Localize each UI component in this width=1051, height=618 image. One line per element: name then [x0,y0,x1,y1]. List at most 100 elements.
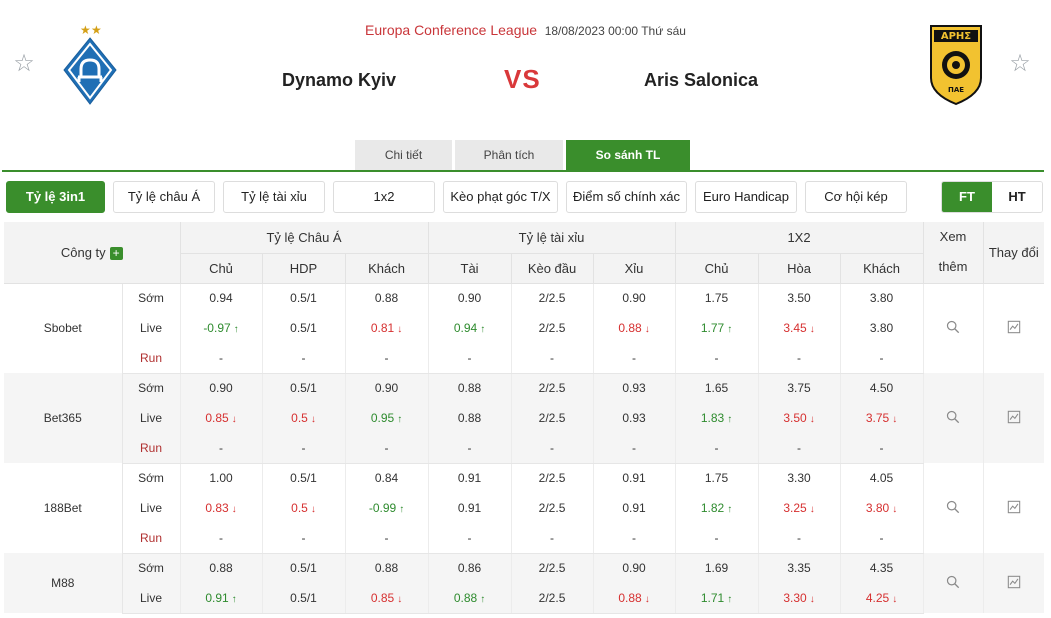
odds-cell: 0.88 ↓ [593,313,676,343]
odds-value: 2/2.5 [538,411,566,425]
odds-cell: 1.82 ↑ [675,493,759,523]
odds-cell: 0.90 [428,283,512,313]
row-type-label[interactable]: Run [122,433,181,464]
odds-value: - [384,350,389,365]
favorite-away-star-icon[interactable]: ☆ [1008,52,1032,76]
filter-correct-score-button[interactable]: Điểm số chính xác [566,181,687,213]
row-type-label: Sớm [122,463,181,493]
odds-value: 0.85 [370,590,395,605]
odds-cell: - [840,523,924,554]
odds-cell: 1.00 [180,463,263,493]
svg-text:★: ★ [80,23,91,37]
odds-value: 0.94 [209,291,233,306]
odds-value: - [219,530,223,545]
tab-chi-tiet[interactable]: Chi tiết [355,140,452,171]
line-chart-icon[interactable] [1006,575,1022,591]
arrow-up-icon: ↑ [727,593,733,605]
arrow-up-icon: ↑ [397,414,403,425]
odds-cell: 0.88 [428,403,512,433]
line-chart-icon[interactable] [1006,410,1022,426]
odds-cell: 0.83 ↓ [180,493,263,523]
period-toggle: FT HT [941,181,1043,213]
odds-cell: - [262,343,346,374]
odds-value: 0.91 [622,501,646,515]
line-chart-icon[interactable] [1006,320,1022,336]
odds-value: 2/2.5 [538,381,566,396]
away-team-name[interactable]: Aris Salonica [644,70,758,91]
odds-cell: 2/2.5 [511,403,594,433]
company-header-label: Công ty [60,244,106,260]
row-type-label[interactable]: Run [122,523,181,554]
league-name[interactable]: Europa Conference League [365,22,537,38]
company-name[interactable]: M88 [4,553,123,613]
odds-cell: 3.75 [758,373,841,403]
odds-value: - [550,530,555,545]
company-name[interactable]: Bet365 [4,373,123,463]
odds-cell: 4.35 [840,553,924,583]
row-type-label[interactable]: Run [122,343,181,374]
odds-value: 0.93 [622,411,646,425]
odds-value: - [632,530,637,545]
filter-double-chance-button[interactable]: Cơ hội kép [805,181,907,213]
odds-value: 0.91 [205,590,229,605]
subheader-cell: Xỉu [593,253,676,284]
company-name[interactable]: Sbobet [4,283,123,373]
row-type-label: Live [122,403,181,433]
filter-corner-button[interactable]: Kèo phạt góc T/X [443,181,558,213]
home-team-name[interactable]: Dynamo Kyiv [282,70,396,91]
tab-phan-tich[interactable]: Phân tích [455,140,563,171]
away-team-logo[interactable]: ΑΡΗΣ ΠΑΕ [926,22,986,106]
table-row: Bet365 Sớm 0.90 0.5/1 0.90 0.88 2/2.5 0.93 1.65 3… [4,373,1045,463]
magnifier-icon[interactable] [945,500,961,516]
odds-value: - [714,440,719,455]
odds-value: -0.97 [203,321,231,335]
odds-comparison-table: Công ty + Tỷ lệ Châu Á Tỷ lệ tài xỉu 1X2 … [4,222,1045,614]
subheader-cell: HDP [262,253,346,284]
arrow-down-icon: ↓ [892,504,898,515]
arrow-up-icon: ↑ [399,504,405,515]
period-ft-button[interactable]: FT [942,182,992,212]
table-row: Live 0.85 ↓ 0.5 ↓ 0.95 ↑ 0.88 2/2.5 0.93 1.83 ↑ 3.50… [4,403,1044,433]
odds-cell: 3.45 ↓ [758,313,841,343]
arrow-down-icon: ↓ [809,593,815,605]
odds-cell: 0.88 [180,553,263,583]
odds-value: - [550,350,555,365]
row-type-label: Live [122,583,181,614]
odds-value: 3.80 [869,321,894,335]
odds-cell: 0.94 [180,283,263,313]
odds-cell: 3.25 ↓ [758,493,841,523]
add-company-plus-icon[interactable]: + [109,246,123,260]
arrow-up-icon: ↑ [727,324,733,335]
odds-value: 0.88 [374,291,399,306]
table-row: Run - - - - - - - - - [4,523,1044,554]
filter-euro-handicap-button[interactable]: Euro Handicap [695,181,797,213]
company-name[interactable]: 188Bet [4,463,123,553]
filter-1x2-button[interactable]: 1x2 [333,181,435,213]
odds-value: - [301,530,306,545]
tabs-divider [2,170,1044,172]
table-row: M88 Sớm 0.88 0.5/1 0.88 0.86 2/2.5 0.90 1.69 3.35… [4,553,1045,613]
magnifier-icon[interactable] [945,575,961,591]
magnifier-icon[interactable] [945,410,961,426]
odds-cell: 2/2.5 [511,493,594,523]
odds-cell: 0.88 ↑ [428,583,512,614]
odds-cell: - [758,523,841,554]
subheader-cell: Kèo đầu [511,253,594,284]
line-chart-icon[interactable] [1006,500,1022,516]
table-row: Live 0.83 ↓ 0.5 ↓ -0.99 ↑ 0.91 2/2.5 0.91 1.82 ↑ 3.2… [4,493,1044,523]
filter-asian-button[interactable]: Tỷ lệ châu Á [113,181,215,213]
odds-cell: 1.75 [675,463,759,493]
odds-cell: 0.88 ↓ [593,583,676,614]
odds-cell: 2/2.5 [511,553,594,583]
arrow-up-icon: ↑ [480,593,486,605]
magnifier-icon[interactable] [945,320,961,336]
home-team-logo[interactable]: ★ ★ [60,22,120,106]
filter-3in1-button[interactable]: Tỷ lệ 3in1 [6,181,105,213]
filter-over-under-button[interactable]: Tỷ lệ tài xỉu [223,181,325,213]
arrow-up-icon: ↑ [727,414,733,425]
period-ht-button[interactable]: HT [992,182,1042,212]
odds-value: - [219,440,223,455]
favorite-home-star-icon[interactable]: ☆ [12,52,36,76]
tab-so-sanh-tl[interactable]: So sánh TL [566,140,690,171]
odds-value: 0.83 [205,501,229,515]
